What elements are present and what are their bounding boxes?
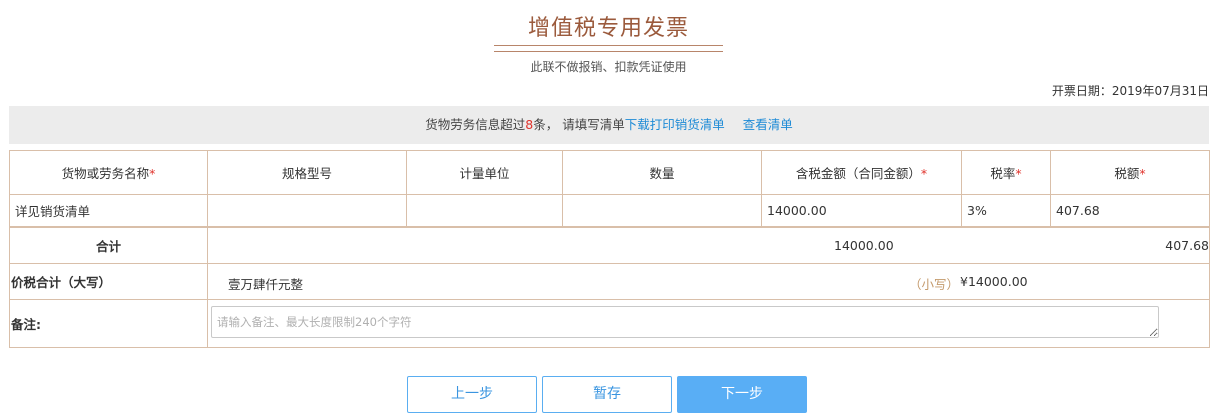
prev-step-button[interactable]: 上一步 [407, 376, 537, 413]
item-limit-notice: 货物劳务信息超过8条， 请填写清单下载打印销货清单 查看清单 [9, 106, 1209, 144]
notice-prefix: 货物劳务信息超过 [425, 117, 526, 132]
download-list-link[interactable]: 下载打印销货清单 [625, 117, 725, 132]
sum-amount: 14000.00 [834, 237, 894, 253]
remark-label: 备注: [9, 299, 208, 348]
total-lowercase-value: ¥14000.00 [960, 274, 1028, 289]
item-tax-cell[interactable]: 407.68 [1050, 194, 1210, 228]
column-header: 税率* [961, 150, 1051, 195]
invoice-subtitle: 此联不做报销、扣款凭证使用 [530, 60, 687, 74]
column-header: 货物或劳务名称* [9, 150, 208, 195]
total-values: 壹万肆仟元整 （小写） ¥14000.00 [207, 263, 1210, 300]
total-row: 价税合计（大写） 壹万肆仟元整 （小写） ¥14000.00 [9, 263, 1210, 300]
item-spec-cell[interactable] [207, 194, 407, 228]
title-underline [494, 45, 723, 52]
sum-values: 14000.00 407.68 [207, 226, 1210, 264]
invoice-title: 增值税专用发票 [527, 16, 689, 41]
remark-cell [207, 299, 1210, 348]
remark-textarea[interactable] [211, 306, 1159, 338]
table-row: 详见销货清单 14000.00 3% 407.68 [9, 194, 1210, 228]
sum-row: 合计 14000.00 407.68 [9, 226, 1210, 264]
item-qty-cell[interactable] [562, 194, 762, 228]
item-amount-cell[interactable]: 14000.00 [761, 194, 962, 228]
sum-label: 合计 [9, 226, 208, 264]
invoice-items-table: 货物或劳务名称* 规格型号 计量单位 数量 含税金额（合同金额）* 税率* 税额… [9, 150, 1210, 348]
column-header: 计量单位 [406, 150, 563, 195]
sum-tax: 407.68 [1165, 237, 1209, 253]
issue-date-value: 2019年07月31日 [1111, 84, 1209, 98]
save-draft-button[interactable]: 暂存 [542, 376, 672, 413]
total-lowercase-label: （小写） [909, 277, 960, 292]
issue-date-label: 开票日期： [1051, 84, 1112, 98]
column-header: 含税金额（合同金额）* [761, 150, 962, 195]
column-header: 规格型号 [207, 150, 407, 195]
remark-row: 备注: [9, 299, 1210, 348]
column-header: 数量 [562, 150, 762, 195]
table-header-row: 货物或劳务名称* 规格型号 计量单位 数量 含税金额（合同金额）* 税率* 税额… [9, 150, 1210, 195]
item-rate-cell[interactable]: 3% [961, 194, 1051, 228]
next-step-button[interactable]: 下一步 [677, 376, 807, 413]
total-uppercase: 壹万肆仟元整 [228, 277, 304, 292]
item-unit-cell[interactable] [406, 194, 563, 228]
total-label: 价税合计（大写） [9, 263, 208, 300]
item-name-cell[interactable]: 详见销货清单 [9, 194, 208, 228]
issue-date: 开票日期：2019年07月31日 [1052, 82, 1209, 99]
notice-suffix: 条， 请填写清单 [533, 117, 625, 132]
column-header: 税额* [1050, 150, 1210, 195]
view-list-link[interactable]: 查看清单 [743, 117, 793, 132]
